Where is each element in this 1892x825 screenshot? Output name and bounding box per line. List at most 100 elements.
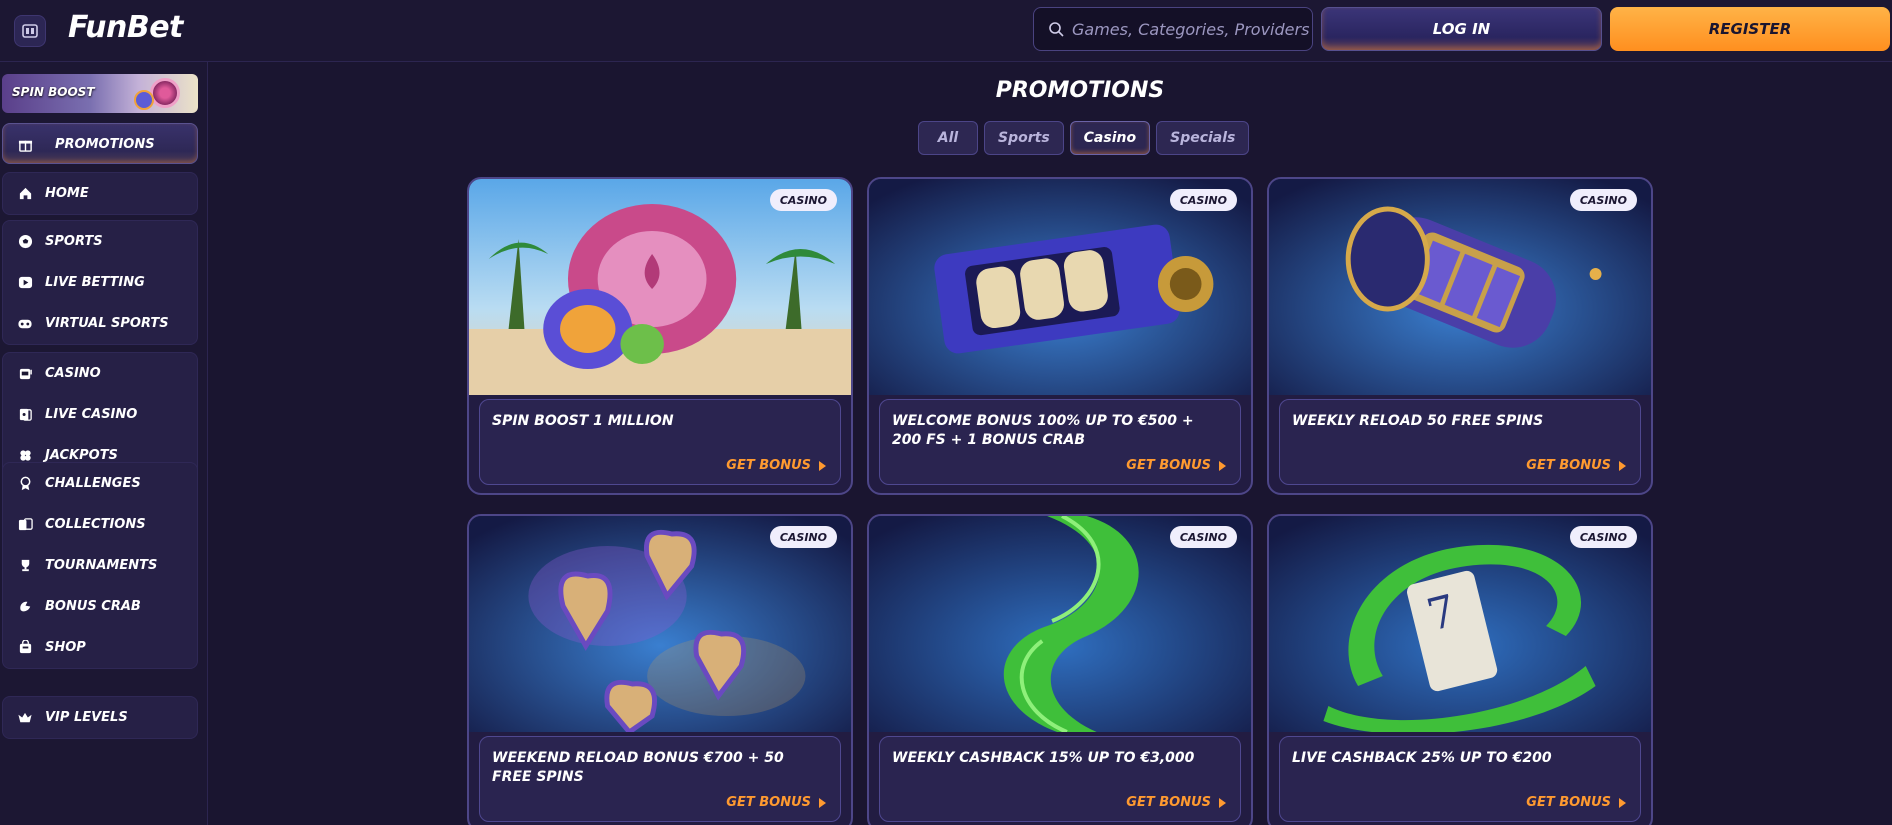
- get-bonus-label: GET BONUS: [726, 795, 811, 810]
- promo-image-weekend-reload: [469, 516, 851, 732]
- shop-icon: [17, 640, 33, 656]
- spin-boost-banner[interactable]: SPIN BOOST: [2, 74, 198, 113]
- sidebar-item-shop[interactable]: SHOP: [3, 627, 197, 668]
- sidebar-item-challenges[interactable]: CHALLENGES: [3, 463, 197, 504]
- sidebar-group-extras: CHALLENGES COLLECTIONS TOURNAMENTS BONUS…: [2, 462, 198, 669]
- sidebar-item-label: LIVE BETTING: [45, 275, 145, 290]
- filter-tab-specials[interactable]: Specials: [1156, 121, 1250, 155]
- arrow-right-icon: [819, 460, 826, 471]
- promo-image-welcome-bonus: [869, 179, 1251, 395]
- promo-image-spin-boost: [469, 179, 851, 395]
- get-bonus-button[interactable]: GET BONUS: [726, 795, 826, 810]
- sidebar-toggle-icon: [22, 24, 38, 38]
- filter-tab-casino[interactable]: Casino: [1069, 121, 1151, 155]
- sidebar-item-casino[interactable]: CASINO: [3, 353, 197, 394]
- get-bonus-button[interactable]: GET BONUS: [1526, 795, 1626, 810]
- sidebar-item-label: LIVE CASINO: [45, 407, 138, 422]
- get-bonus-label: GET BONUS: [1526, 458, 1611, 473]
- slot-machine-icon: [17, 366, 33, 382]
- sidebar-item-live-casino[interactable]: LIVE CASINO: [3, 394, 197, 435]
- promo-info-panel: LIVE CASHBACK 25% UP TO €200 GET BONUS: [1279, 736, 1641, 822]
- search-icon: [1049, 22, 1064, 37]
- promo-card[interactable]: CASINO WEEKLY CASHBACK 15% UP TO €3,000 …: [867, 514, 1253, 825]
- cards-icon: [17, 407, 33, 423]
- get-bonus-button[interactable]: GET BONUS: [1126, 458, 1226, 473]
- sidebar-item-vip-levels[interactable]: VIP LEVELS: [3, 697, 197, 738]
- promo-image-weekly-cashback: [869, 516, 1251, 732]
- get-bonus-button[interactable]: GET BONUS: [1526, 458, 1626, 473]
- category-badge: CASINO: [1569, 526, 1637, 548]
- promo-title: WEEKLY CASHBACK 15% UP TO €3,000: [892, 750, 1195, 766]
- sidebar-group-sports: SPORTS LIVE BETTING VIRTUAL SPORTS: [2, 220, 198, 345]
- promo-title: SPIN BOOST 1 MILLION: [492, 413, 674, 429]
- sidebar-item-label: VIRTUAL SPORTS: [45, 316, 169, 331]
- sidebar-item-label: CHALLENGES: [45, 476, 141, 491]
- sidebar-toggle-button[interactable]: [14, 15, 46, 47]
- sidebar-group-vip: VIP LEVELS: [2, 696, 198, 739]
- sidebar-item-label: PROMOTIONS: [55, 137, 155, 152]
- sidebar-item-label: COLLECTIONS: [45, 517, 146, 532]
- search-box[interactable]: [1033, 7, 1313, 51]
- sidebar-item-home[interactable]: HOME: [3, 173, 197, 214]
- sidebar-item-label: JACKPOTS: [45, 448, 118, 463]
- brand-logo[interactable]: FunBet: [68, 10, 183, 45]
- arrow-right-icon: [1219, 460, 1226, 471]
- promo-filter-tabs: All Sports Casino Specials: [918, 121, 1250, 155]
- soccer-ball-icon: [17, 234, 33, 250]
- promo-card[interactable]: 7 CASINO LIVE CASHBACK 25% UP TO €200 GE…: [1267, 514, 1653, 825]
- sidebar-item-virtual-sports[interactable]: VIRTUAL SPORTS: [3, 303, 197, 344]
- get-bonus-label: GET BONUS: [1526, 795, 1611, 810]
- sidebar-item-bonus-crab[interactable]: BONUS CRAB: [3, 586, 197, 627]
- sidebar-item-sports[interactable]: SPORTS: [3, 221, 197, 262]
- sidebar-item-live-betting[interactable]: LIVE BETTING: [3, 262, 197, 303]
- sidebar-item-collections[interactable]: COLLECTIONS: [3, 504, 197, 545]
- category-badge: CASINO: [1569, 189, 1637, 211]
- promo-title: LIVE CASHBACK 25% UP TO €200: [1292, 750, 1552, 766]
- login-button[interactable]: LOG IN: [1321, 7, 1602, 51]
- coin-image: [134, 90, 154, 110]
- sidebar-item-tournaments[interactable]: TOURNAMENTS: [3, 545, 197, 586]
- get-bonus-label: GET BONUS: [1126, 458, 1211, 473]
- promo-title: WEEKLY RELOAD 50 FREE SPINS: [1292, 413, 1544, 429]
- category-badge: CASINO: [1169, 189, 1237, 211]
- promo-image-live-cashback: 7: [1269, 516, 1651, 732]
- crab-claw-icon: [17, 599, 33, 615]
- category-badge: CASINO: [769, 526, 837, 548]
- casino-chip-image: [150, 78, 180, 108]
- promo-info-panel: WEEKEND RELOAD BONUS €700 + 50 FREE SPIN…: [479, 736, 841, 822]
- arrow-right-icon: [1219, 797, 1226, 808]
- page-title: PROMOTIONS: [995, 78, 1165, 103]
- promo-card[interactable]: CASINO WELCOME BONUS 100% UP TO €500 + 2…: [867, 177, 1253, 495]
- sidebar-item-promotions[interactable]: PROMOTIONS: [2, 123, 198, 164]
- sidebar-item-label: TOURNAMENTS: [45, 558, 158, 573]
- promo-info-panel: WEEKLY CASHBACK 15% UP TO €3,000 GET BON…: [879, 736, 1241, 822]
- home-icon: [17, 186, 33, 202]
- sidebar-item-label: SHOP: [45, 640, 86, 655]
- promo-info-panel: SPIN BOOST 1 MILLION GET BONUS: [479, 399, 841, 485]
- filter-tab-sports[interactable]: Sports: [984, 121, 1064, 155]
- sidebar-group-home: HOME: [2, 172, 198, 215]
- sidebar: SPIN BOOST PROMOTIONS HOME SPORTS LIVE B…: [0, 62, 208, 825]
- category-badge: CASINO: [1169, 526, 1237, 548]
- register-button[interactable]: REGISTER: [1610, 7, 1890, 51]
- sidebar-group-casino: CASINO LIVE CASINO JACKPOTS: [2, 352, 198, 477]
- sidebar-item-label: VIP LEVELS: [45, 710, 128, 725]
- arrow-right-icon: [1619, 797, 1626, 808]
- promo-card[interactable]: CASINO WEEKEND RELOAD BONUS €700 + 50 FR…: [467, 514, 853, 825]
- promo-title: WEEKEND RELOAD BONUS €700 + 50 FREE SPIN…: [492, 750, 784, 785]
- search-input[interactable]: [1072, 19, 1312, 39]
- filter-tab-all[interactable]: All: [918, 121, 978, 155]
- category-badge: CASINO: [769, 189, 837, 211]
- promo-info-panel: WEEKLY RELOAD 50 FREE SPINS GET BONUS: [1279, 399, 1641, 485]
- promo-card[interactable]: CASINO WEEKLY RELOAD 50 FREE SPINS GET B…: [1267, 177, 1653, 495]
- get-bonus-button[interactable]: GET BONUS: [1126, 795, 1226, 810]
- promo-card[interactable]: CASINO SPIN BOOST 1 MILLION GET BONUS: [467, 177, 853, 495]
- arrow-right-icon: [819, 797, 826, 808]
- spin-boost-label: SPIN BOOST: [12, 85, 95, 99]
- trophy-icon: [17, 558, 33, 574]
- get-bonus-label: GET BONUS: [726, 458, 811, 473]
- get-bonus-button[interactable]: GET BONUS: [726, 458, 826, 473]
- sidebar-item-label: SPORTS: [45, 234, 103, 249]
- get-bonus-label: GET BONUS: [1126, 795, 1211, 810]
- collection-cards-icon: [17, 517, 33, 533]
